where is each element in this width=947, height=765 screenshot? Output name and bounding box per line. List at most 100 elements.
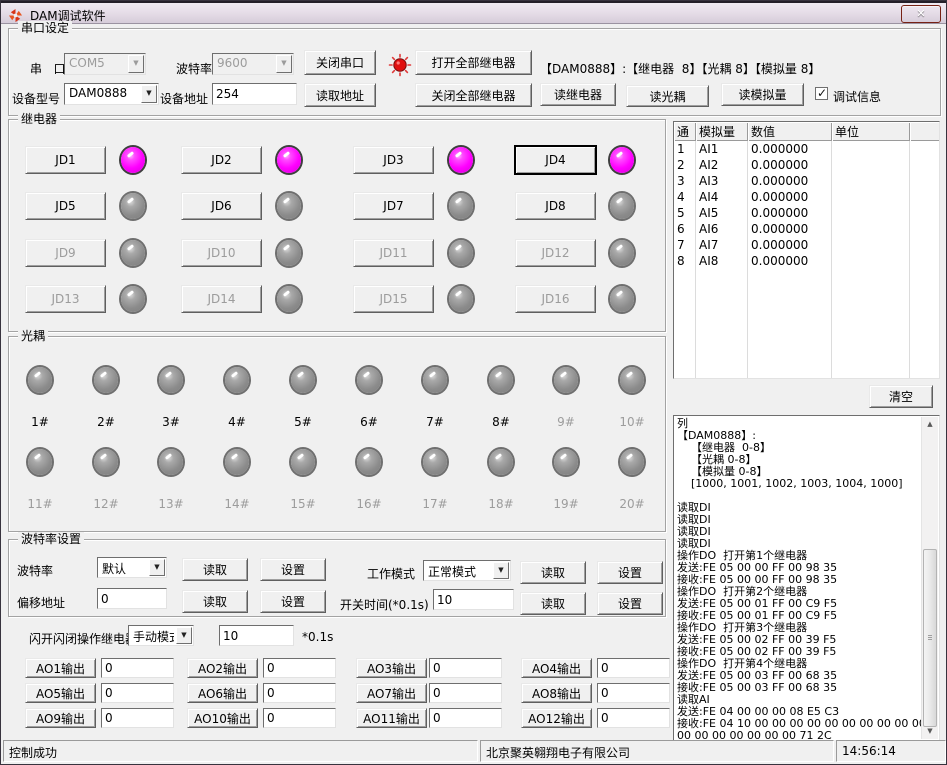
analog-table-header-cell[interactable]: 模拟量	[696, 122, 748, 141]
log-output[interactable]: 列【DAM0888】: 【继电器 0-8】 【光耦 0-8】 【模拟量 0-8】…	[673, 415, 940, 741]
baud-read-button[interactable]: 读取	[182, 558, 248, 581]
ao-button-ao2[interactable]: AO2输出	[187, 658, 258, 678]
ao-input-ao10[interactable]	[263, 708, 336, 728]
ao-input-ao11[interactable]	[429, 708, 502, 728]
work-mode-set-button[interactable]: 设置	[597, 561, 663, 584]
opto-led-4	[225, 367, 249, 393]
ao-button-ao8[interactable]: AO8输出	[521, 683, 592, 703]
relay-button-jd4[interactable]: JD4	[515, 146, 596, 174]
relay-button-jd8[interactable]: JD8	[515, 192, 596, 220]
device-model-select[interactable]: DAM0888 ▼	[64, 83, 159, 105]
opto-label-14: 14#	[217, 497, 257, 511]
relay-button-jd3[interactable]: JD3	[353, 146, 434, 174]
relay-led-jd13	[121, 286, 145, 312]
flash-time-input[interactable]	[219, 625, 294, 646]
device-info-text: 【DAM0888】:【继电器 8】【光耦 8】【模拟量 8】	[540, 60, 820, 77]
ao-input-ao9[interactable]	[101, 708, 174, 728]
relay-button-jd10: JD10	[181, 239, 262, 267]
debug-info-checkbox[interactable]	[815, 87, 828, 100]
analog-table-header-cell[interactable]: 数值	[748, 122, 832, 141]
work-mode-select[interactable]: 正常模式 ▼	[423, 560, 511, 581]
relay-button-jd7[interactable]: JD7	[353, 192, 434, 220]
log-scrollbar[interactable]: ▲ ▼	[921, 417, 938, 739]
analog-table-header-cell[interactable]	[910, 122, 940, 141]
ao-input-ao12[interactable]	[597, 708, 670, 728]
clear-log-button[interactable]: 清空	[869, 385, 933, 408]
offset-address-label: 偏移地址	[17, 594, 65, 611]
device-address-input[interactable]	[212, 83, 297, 105]
chevron-down-icon[interactable]: ▼	[149, 559, 165, 576]
read-relays-button[interactable]: 读继电器	[540, 83, 616, 106]
ao-input-ao7[interactable]	[429, 683, 502, 703]
table-row[interactable]: 1AI10.000000	[674, 142, 938, 158]
opto-label-3: 3#	[151, 415, 191, 429]
read-address-button[interactable]: 读取地址	[304, 83, 376, 107]
ao-button-ao7[interactable]: AO7输出	[356, 683, 427, 703]
optocoupler-group: 光耦 1#2#3#4#5#6#7#8#9#10#11#12#13#14#15#1…	[8, 336, 666, 532]
log-line: 读取DI	[677, 502, 918, 514]
chevron-down-icon[interactable]: ▼	[493, 562, 509, 579]
analog-table-header-cell[interactable]: 通	[674, 122, 696, 141]
ao-input-ao6[interactable]	[263, 683, 336, 703]
read-optocoupler-button[interactable]: 读光耦	[626, 85, 709, 107]
flash-mode-select[interactable]: 手动模式 ▼	[128, 625, 194, 646]
ao-button-ao10[interactable]: AO10输出	[187, 708, 258, 728]
chevron-down-icon[interactable]: ▼	[141, 85, 157, 103]
ao-input-ao5[interactable]	[101, 683, 174, 703]
offset-read-button[interactable]: 读取	[182, 590, 248, 613]
log-line: [1000, 1001, 1002, 1003, 1004, 1000]	[677, 478, 918, 490]
analog-table[interactable]: 通模拟量数值单位1AI10.0000002AI20.0000003AI30.00…	[673, 121, 940, 379]
open-all-relays-button[interactable]: 打开全部继电器	[415, 50, 532, 75]
table-row[interactable]: 7AI70.000000	[674, 238, 938, 254]
switch-time-read-button[interactable]: 读取	[520, 592, 586, 615]
ao-input-ao3[interactable]	[429, 658, 502, 678]
relay-button-jd6[interactable]: JD6	[181, 192, 262, 220]
offset-address-input[interactable]	[97, 588, 167, 609]
read-analog-button[interactable]: 读模拟量	[721, 83, 804, 106]
relay-button-jd5[interactable]: JD5	[25, 192, 106, 220]
offset-set-button[interactable]: 设置	[260, 590, 326, 613]
table-row[interactable]: 5AI50.000000	[674, 206, 938, 222]
switch-time-set-button[interactable]: 设置	[597, 592, 663, 615]
ao-button-ao5[interactable]: AO5输出	[25, 683, 96, 703]
title-bar[interactable]: DAM调试软件 ✕	[1, 1, 946, 24]
scroll-up-icon[interactable]: ▲	[922, 417, 938, 432]
ao-button-ao3[interactable]: AO3输出	[356, 658, 427, 678]
ao-button-ao1[interactable]: AO1输出	[25, 658, 96, 678]
baud-set-button[interactable]: 设置	[260, 558, 326, 581]
ao-button-ao12[interactable]: AO12输出	[521, 708, 592, 728]
table-row[interactable]: 3AI30.000000	[674, 174, 938, 190]
relay-button-jd1[interactable]: JD1	[25, 146, 106, 174]
switch-time-input[interactable]	[433, 589, 514, 610]
close-all-relays-button[interactable]: 关闭全部继电器	[415, 83, 532, 107]
scroll-down-icon[interactable]: ▼	[922, 724, 938, 739]
ao-button-ao4[interactable]: AO4输出	[521, 658, 592, 678]
work-mode-value: 正常模式	[428, 563, 491, 580]
analog-table-header-cell[interactable]: 单位	[832, 122, 910, 141]
ao-button-ao6[interactable]: AO6输出	[187, 683, 258, 703]
baud-label: 波特率	[176, 60, 212, 77]
close-serial-button[interactable]: 关闭串口	[304, 50, 376, 75]
table-row[interactable]: 6AI60.000000	[674, 222, 938, 238]
log-line: 接收:FE 05 00 03 FF 00 68 35	[677, 682, 918, 694]
chevron-down-icon[interactable]: ▼	[176, 627, 192, 644]
debug-info-label: 调试信息	[833, 88, 881, 105]
ao-button-ao11[interactable]: AO11输出	[356, 708, 427, 728]
status-time: 14:56:14	[836, 740, 946, 762]
relay-button-jd2[interactable]: JD2	[181, 146, 262, 174]
table-row[interactable]: 2AI20.000000	[674, 158, 938, 174]
table-row[interactable]: 8AI80.000000	[674, 254, 938, 270]
relay-group: 继电器 JD1JD2JD3JD4JD5JD6JD7JD8JD9JD10JD11J…	[8, 119, 666, 332]
scrollbar-thumb[interactable]	[923, 549, 937, 727]
baud-setting-select[interactable]: 默认 ▼	[97, 557, 167, 578]
ao-input-ao4[interactable]	[597, 658, 670, 678]
relay-led-jd5	[121, 193, 145, 219]
ao-input-ao8[interactable]	[597, 683, 670, 703]
ao-button-ao9[interactable]: AO9输出	[25, 708, 96, 728]
table-row[interactable]: 4AI40.000000	[674, 190, 938, 206]
work-mode-read-button[interactable]: 读取	[520, 561, 586, 584]
ao-input-ao2[interactable]	[263, 658, 336, 678]
close-button[interactable]: ✕	[901, 5, 941, 23]
serial-group-label: 串口设定	[18, 21, 72, 36]
ao-input-ao1[interactable]	[101, 658, 174, 678]
